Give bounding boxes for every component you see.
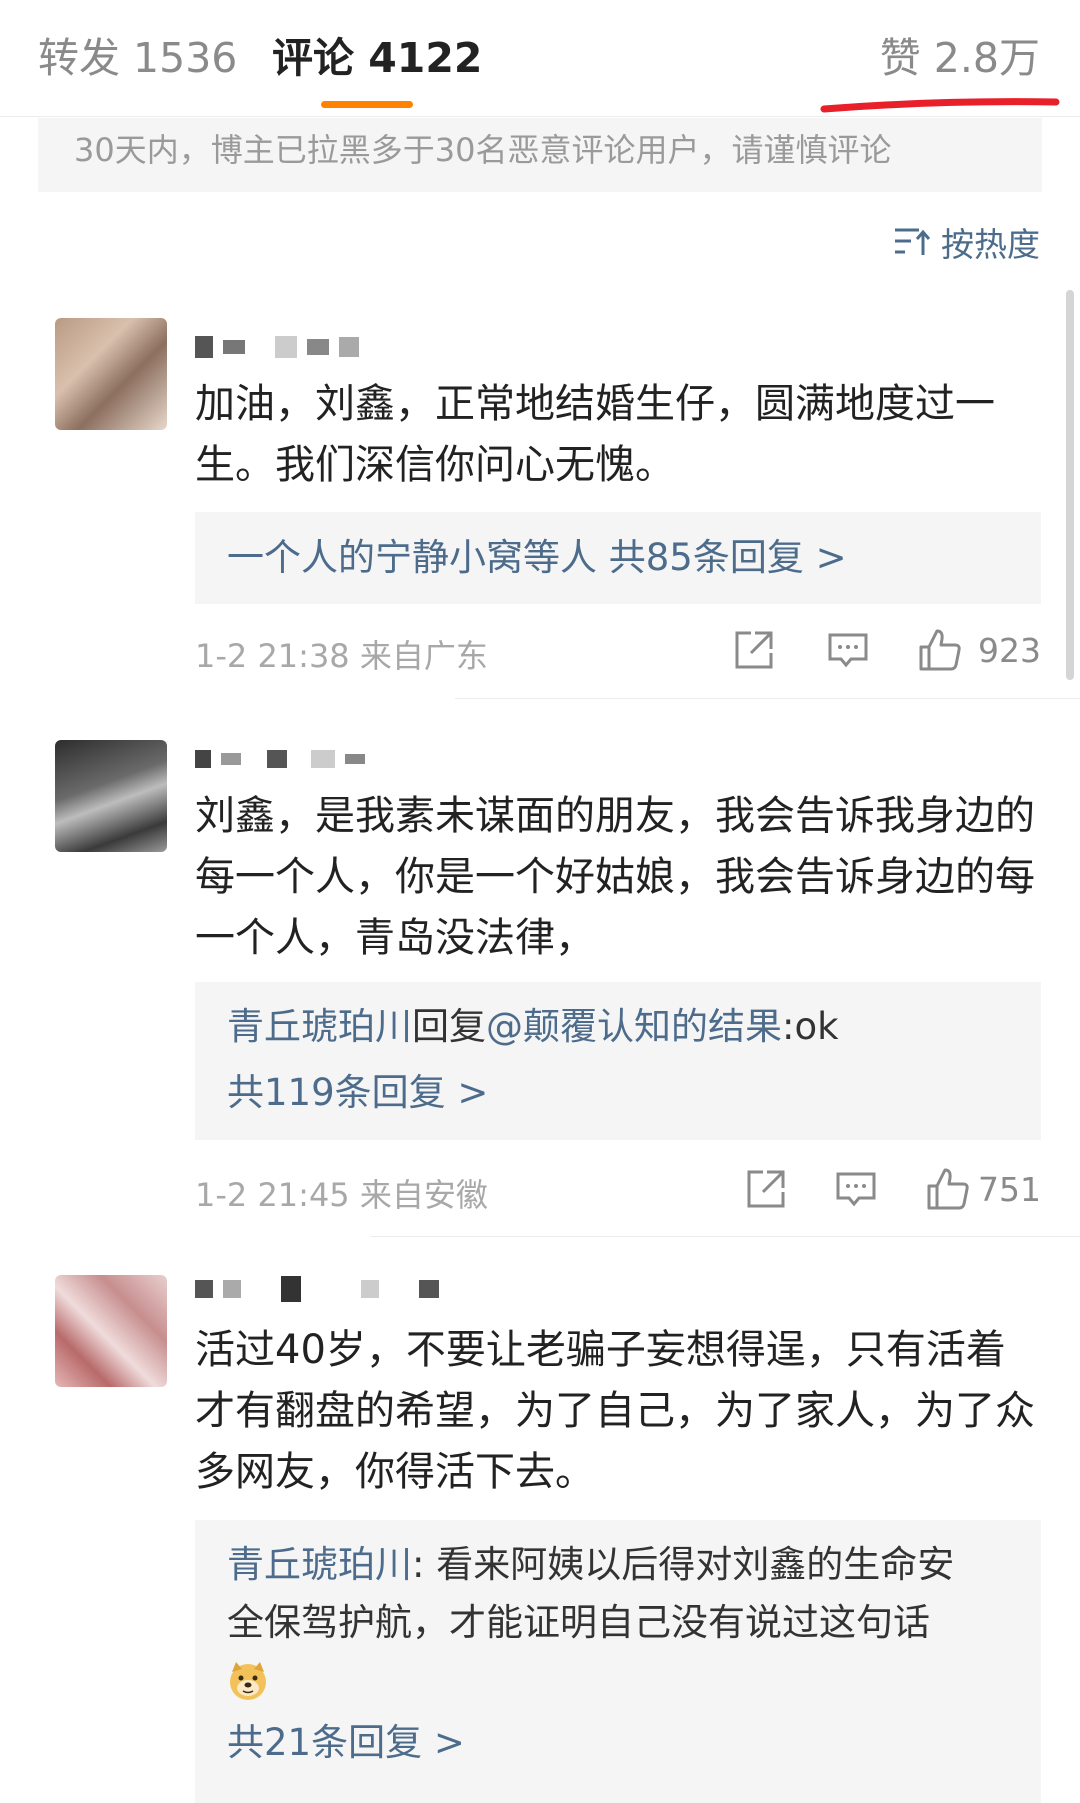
tab-bar: 转发 1536 评论 4122 赞 2.8万	[0, 0, 1080, 117]
comment-time: 1-2 21:38 来自广东	[195, 637, 488, 675]
divider	[370, 1236, 1080, 1237]
username-blurred[interactable]	[195, 744, 375, 774]
like-icon[interactable]	[917, 627, 963, 673]
replies-box[interactable]: 一个人的宁静小窝等人 共85条回复 >	[195, 512, 1041, 604]
reply-action: 回复	[412, 1005, 486, 1048]
divider	[455, 698, 1080, 699]
reply-content-continued: 全保驾护航，才能证明自己没有说过这句话	[227, 1601, 930, 1644]
scrollbar[interactable]	[1066, 290, 1074, 680]
like-count: 751	[978, 1170, 1041, 1209]
active-tab-indicator	[321, 101, 413, 108]
avatar[interactable]	[55, 740, 167, 852]
reply-preview[interactable]: 青丘琥珀川: 看来阿姨以后得对刘鑫的生命安	[227, 1538, 954, 1592]
notice-banner: 30天内，博主已拉黑多于30名恶意评论用户，请谨慎评论	[38, 118, 1042, 192]
comment-time: 1-2 21:45 来自安徽	[195, 1176, 488, 1214]
share-icon[interactable]	[743, 1166, 789, 1212]
tab-repost[interactable]: 转发 1536	[38, 28, 237, 88]
tab-like[interactable]: 赞 2.8万	[880, 28, 1040, 88]
reply-mention[interactable]: @颠覆认知的结果	[486, 1005, 782, 1048]
replies-more[interactable]: 共21条回复 >	[227, 1716, 465, 1770]
comment-text: 活过40岁，不要让老骗子妄想得逞，只有活着才有翻盘的希望，为了自己，为了家人，为…	[195, 1327, 1035, 1495]
sort-icon	[895, 228, 931, 255]
like-count: 923	[978, 631, 1041, 670]
comment-text: 刘鑫，是我素未谋面的朋友，我会告诉我身边的每一个人，你是一个好姑娘，我会告诉身边…	[195, 793, 1035, 961]
notice-text: 30天内，博主已拉黑多于30名恶意评论用户，请谨慎评论	[74, 131, 892, 169]
comment-meta: 1-2 21:38 来自广东 923	[195, 627, 1041, 677]
username-blurred[interactable]	[195, 1274, 449, 1304]
avatar[interactable]	[55, 1275, 167, 1387]
tab-comment[interactable]: 评论 4122	[272, 28, 482, 88]
avatar[interactable]	[55, 318, 167, 430]
sort-label: 按热度	[941, 225, 1040, 264]
comment-meta: 1-2 21:45 来自安徽 751	[195, 1166, 1041, 1216]
replies-summary[interactable]: 一个人的宁静小窝等人 共85条回复 >	[227, 531, 847, 585]
share-icon[interactable]	[731, 627, 777, 673]
reply-preview[interactable]: 青丘琥珀川回复@颠覆认知的结果:ok	[227, 1000, 839, 1054]
replies-more[interactable]: 共119条回复 >	[227, 1066, 488, 1120]
username-blurred[interactable]	[195, 332, 369, 362]
replies-box[interactable]: 青丘琥珀川回复@颠覆认知的结果:ok 共119条回复 >	[195, 982, 1041, 1140]
reply-author[interactable]: 青丘琥珀川	[227, 1005, 412, 1048]
reply-content: : 看来阿姨以后得对刘鑫的生命安	[412, 1543, 955, 1586]
replies-box[interactable]: 青丘琥珀川: 看来阿姨以后得对刘鑫的生命安 全保驾护航，才能证明自己没有说过这句…	[195, 1520, 1041, 1803]
comment-icon[interactable]	[833, 1166, 879, 1212]
sort-button[interactable]: 按热度	[893, 218, 1040, 266]
doge-emoji-icon	[230, 1662, 266, 1700]
reply-author[interactable]: 青丘琥珀川	[227, 1543, 412, 1586]
red-underline-annotation	[820, 98, 1060, 113]
reply-content: :ok	[782, 1005, 839, 1048]
like-icon[interactable]	[925, 1166, 971, 1212]
comment-text: 加油，刘鑫，正常地结婚生仔，圆满地度过一生。我们深信你问心无愧。	[195, 381, 995, 488]
comment-icon[interactable]	[825, 627, 871, 673]
